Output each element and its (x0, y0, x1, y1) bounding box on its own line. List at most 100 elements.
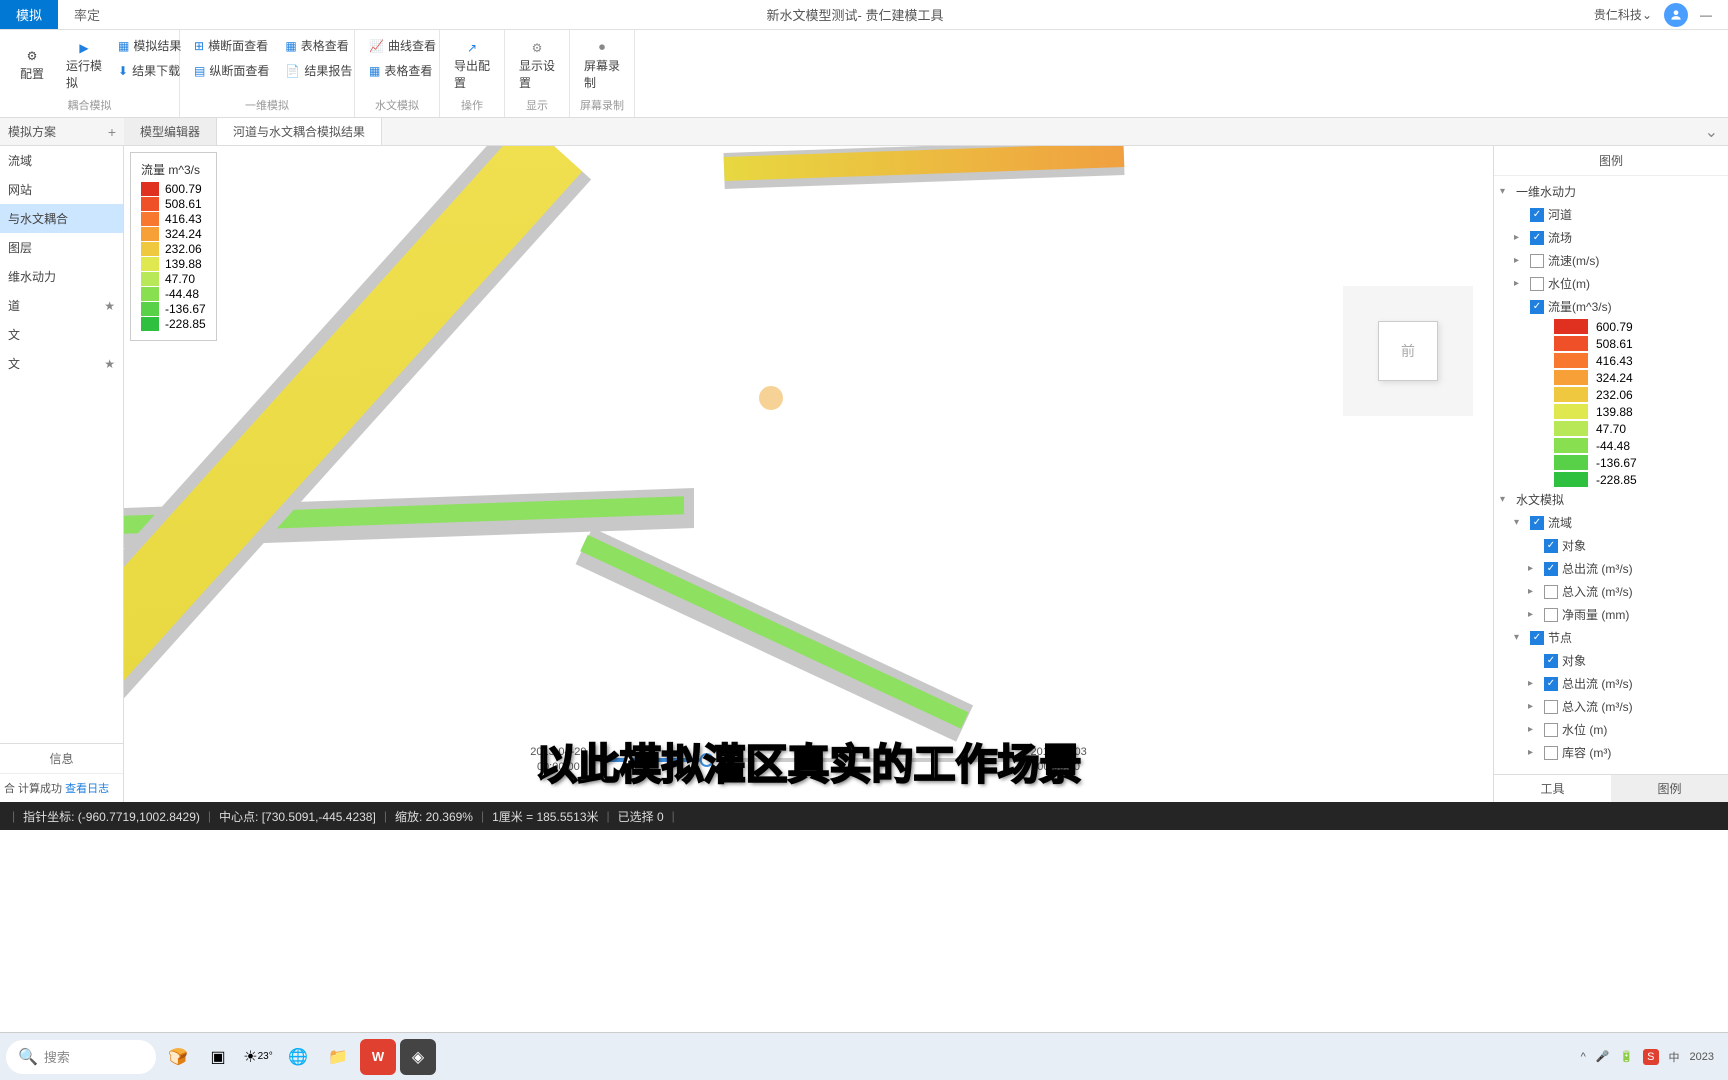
left-tree-item[interactable]: 文★ (0, 349, 123, 378)
legend-value: -44.48 (165, 287, 199, 301)
left-tree-item[interactable]: 流域 (0, 146, 123, 175)
tree-node-node[interactable]: ▾ ✓ 节点 (1500, 626, 1722, 649)
run-simulation-button[interactable]: ▶ 运行模拟 (60, 34, 108, 95)
tree-node[interactable]: ▸库容 (m³) (1500, 741, 1722, 764)
tree-node[interactable]: ✓河道 (1500, 203, 1722, 226)
tray-ime-icon[interactable]: S (1643, 1049, 1658, 1065)
tree-label: 对象 (1562, 652, 1586, 669)
navigation-cube[interactable]: 前 (1343, 286, 1473, 416)
left-tree-item[interactable]: 网站 (0, 175, 123, 204)
tree-node[interactable]: ✓ 对象 (1500, 649, 1722, 672)
weather-icon[interactable]: ☀ 23° (240, 1039, 276, 1075)
wps-icon[interactable]: W (360, 1039, 396, 1075)
legend-swatch (1554, 336, 1588, 351)
legend-value: 47.70 (1596, 422, 1626, 436)
checkbox-icon[interactable]: ✓ (1530, 300, 1544, 314)
tree-label: 流场 (1548, 229, 1572, 246)
taskbar-app-icon[interactable]: 🍞 (160, 1039, 196, 1075)
checkbox-icon[interactable] (1544, 746, 1558, 760)
system-tray[interactable]: ^ 🎤 🔋 S 中 2023 (1581, 1049, 1722, 1065)
tree-node[interactable]: ▸水位(m) (1500, 272, 1722, 295)
view-log-link[interactable]: 查看日志 (65, 783, 109, 795)
sim-result-button[interactable]: ▦模拟结果 (112, 34, 187, 57)
export-config-button[interactable]: ↗ 导出配置 (448, 34, 496, 95)
cube-face[interactable]: 前 (1378, 321, 1438, 381)
checkbox-icon[interactable]: ✓ (1544, 539, 1558, 553)
title-tab-simulate[interactable]: 模拟 (0, 0, 58, 29)
checkbox-icon[interactable]: ✓ (1544, 677, 1558, 691)
tree-node[interactable]: ▸总入流 (m³/s) (1500, 580, 1722, 603)
app-icon[interactable]: ◈ (400, 1039, 436, 1075)
checkbox-icon[interactable]: ✓ (1530, 631, 1544, 645)
tree-node[interactable]: ▸✓总出流 (m³/s) (1500, 672, 1722, 695)
main-area: 流域网站与水文耦合图层维水动力道★文文★ 信息 合 计算成功 查看日志 流量 m… (0, 146, 1728, 802)
checkbox-icon[interactable]: ✓ (1530, 208, 1544, 222)
display-settings-button[interactable]: ⚙ 显示设置 (513, 34, 561, 95)
legend-panel-body: ▾ 一维水动力 ✓河道▸✓流场▸流速(m/s)▸水位(m)✓流量(m^3/s) … (1494, 176, 1728, 774)
left-tree-item[interactable]: 道★ (0, 291, 123, 320)
taskbar-search[interactable]: 🔍 搜索 (6, 1040, 156, 1074)
checkbox-icon[interactable]: ✓ (1544, 654, 1558, 668)
long-section-button[interactable]: ▤纵断面查看 (188, 59, 275, 82)
cross-section-button[interactable]: ⊞横断面查看 (188, 34, 275, 57)
task-view-icon[interactable]: ▣ (200, 1039, 236, 1075)
tab-tools[interactable]: 工具 (1494, 775, 1611, 802)
status-bar: | 指针坐标: (-960.7719,1002.8429) | 中心点: [73… (0, 802, 1728, 830)
tray-mic-icon[interactable]: 🎤 (1596, 1050, 1610, 1063)
legend-value: -44.48 (1596, 439, 1630, 453)
tab-close-button[interactable]: ⌄ (1695, 122, 1728, 142)
checkbox-icon[interactable] (1544, 700, 1558, 714)
tree-node-hydrodynamic[interactable]: ▾ 一维水动力 (1500, 180, 1722, 203)
tree-node[interactable]: ▸流速(m/s) (1500, 249, 1722, 272)
tray-battery-icon[interactable]: 🔋 (1619, 1050, 1633, 1063)
tab-model-editor[interactable]: 模型编辑器 (124, 118, 217, 145)
tree-node[interactable]: ✓流量(m^3/s) (1500, 295, 1722, 318)
checkbox-icon[interactable] (1530, 254, 1544, 268)
left-tree-item[interactable]: 维水动力 (0, 262, 123, 291)
config-button[interactable]: ⚙ 配置 (8, 34, 56, 95)
table-view-button[interactable]: ▦表格查看 (279, 34, 358, 57)
title-tab-calibrate[interactable]: 率定 (58, 0, 116, 29)
tab-legend[interactable]: 图例 (1611, 775, 1728, 802)
edge-icon[interactable]: 🌐 (280, 1039, 316, 1075)
tree-node[interactable]: ▸总入流 (m³/s) (1500, 695, 1722, 718)
tree-node[interactable]: ▸净雨量 (mm) (1500, 603, 1722, 626)
result-report-button[interactable]: 📄结果报告 (279, 59, 358, 82)
tree-node[interactable]: ▸水位 (m) (1500, 718, 1722, 741)
tree-node[interactable]: ✓对象 (1500, 534, 1722, 557)
tab-coupling-result[interactable]: 河道与水文耦合模拟结果 (217, 118, 382, 145)
legend-swatch-row: 232.06 (1500, 386, 1722, 403)
add-scheme-button[interactable]: + (108, 124, 116, 140)
tree-node-basin[interactable]: ▾ ✓ 流域 (1500, 511, 1722, 534)
tree-node[interactable]: ▸ ✓ 流场 (1500, 226, 1722, 249)
legend-value: 232.06 (1596, 388, 1633, 402)
table-view2-button[interactable]: ▦表格查看 (363, 59, 442, 82)
viewport-3d[interactable]: 流量 m^3/s 600.79508.61416.43324.24232.061… (124, 146, 1493, 802)
left-tree-item[interactable]: 图层 (0, 233, 123, 262)
checkbox-icon[interactable] (1544, 585, 1558, 599)
tree-node[interactable]: ▸✓总出流 (m³/s) (1500, 557, 1722, 580)
legend-swatch-row: 324.24 (1500, 369, 1722, 386)
left-tree-item[interactable]: 与水文耦合 (0, 204, 123, 233)
screen-record-button[interactable]: ⏺ 屏幕录制 (578, 34, 626, 95)
tray-lang-icon[interactable]: 中 (1669, 1049, 1680, 1065)
tree-node-hydrology[interactable]: ▾ 水文模拟 (1500, 488, 1722, 511)
avatar-icon[interactable] (1664, 3, 1688, 27)
company-label[interactable]: 贵仁科技⌄ (1594, 6, 1652, 23)
result-download-button[interactable]: ⬇结果下载 (112, 59, 187, 82)
tray-up-icon[interactable]: ^ (1581, 1051, 1586, 1063)
checkbox-icon[interactable]: ✓ (1544, 562, 1558, 576)
curve-view-button[interactable]: 📈曲线查看 (363, 34, 442, 57)
left-tree-item[interactable]: 文 (0, 320, 123, 349)
caret-right-icon: ▸ (1514, 232, 1526, 243)
legend-value: 232.06 (165, 242, 202, 256)
checkbox-icon[interactable]: ✓ (1530, 516, 1544, 530)
checkbox-icon[interactable] (1544, 608, 1558, 622)
checkbox-icon[interactable] (1544, 723, 1558, 737)
caret-down-icon: ▾ (1514, 632, 1526, 643)
minimize-icon[interactable]: — (1700, 8, 1712, 22)
checkbox-icon[interactable]: ✓ (1530, 231, 1544, 245)
explorer-icon[interactable]: 📁 (320, 1039, 356, 1075)
legend-swatch (1554, 438, 1588, 453)
checkbox-icon[interactable] (1530, 277, 1544, 291)
